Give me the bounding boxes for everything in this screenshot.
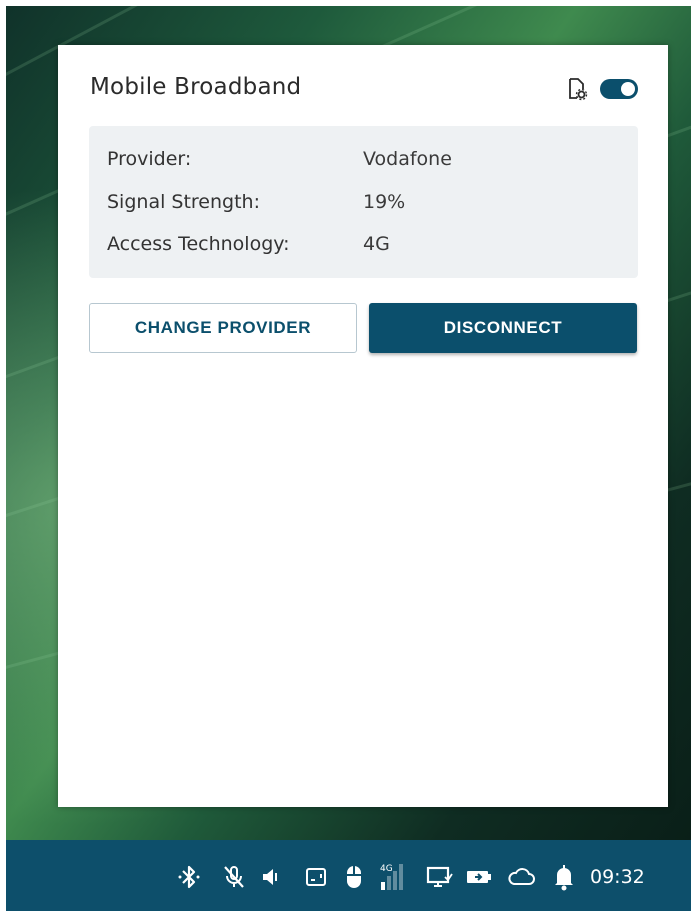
clock[interactable]: 09:32 bbox=[590, 866, 645, 888]
display-icon[interactable] bbox=[424, 862, 454, 892]
screenshot-icon[interactable] bbox=[301, 862, 331, 892]
volume-icon[interactable] bbox=[256, 862, 286, 892]
provider-value: Vodafone bbox=[363, 148, 452, 170]
provider-label: Provider: bbox=[107, 148, 192, 170]
disconnect-button[interactable]: DISCONNECT bbox=[369, 303, 637, 353]
signal-strength-value: 19% bbox=[363, 191, 406, 213]
connection-info-box: Provider: Vodafone Signal Strength: 19% … bbox=[89, 126, 638, 278]
mobile-broadband-toggle[interactable] bbox=[600, 79, 638, 99]
cloud-icon[interactable] bbox=[506, 862, 536, 892]
change-provider-button[interactable]: CHANGE PROVIDER bbox=[89, 303, 357, 353]
toggle-knob bbox=[621, 82, 635, 96]
access-technology-value: 4G bbox=[363, 233, 390, 255]
network-type-text: 4G bbox=[380, 864, 393, 874]
info-row-technology: Access Technology: 4G bbox=[89, 233, 638, 263]
info-row-signal: Signal Strength: 19% bbox=[89, 191, 638, 221]
taskbar: 4G 09:32 bbox=[6, 840, 691, 911]
mobile-broadband-panel: Mobile Broadband Provider: Vodafone Sign… bbox=[58, 45, 668, 807]
access-technology-label: Access Technology: bbox=[107, 233, 290, 255]
microphone-muted-icon[interactable] bbox=[219, 862, 249, 892]
sim-settings-icon[interactable] bbox=[564, 77, 588, 101]
battery-icon[interactable] bbox=[464, 862, 494, 892]
panel-title: Mobile Broadband bbox=[90, 74, 302, 100]
info-row-provider: Provider: Vodafone bbox=[89, 148, 638, 178]
signal-strength-label: Signal Strength: bbox=[107, 191, 260, 213]
mouse-icon[interactable] bbox=[339, 862, 369, 892]
mobile-signal-4g-icon[interactable]: 4G bbox=[378, 862, 412, 892]
bluetooth-icon[interactable] bbox=[174, 862, 204, 892]
notification-bell-icon[interactable] bbox=[549, 862, 579, 892]
